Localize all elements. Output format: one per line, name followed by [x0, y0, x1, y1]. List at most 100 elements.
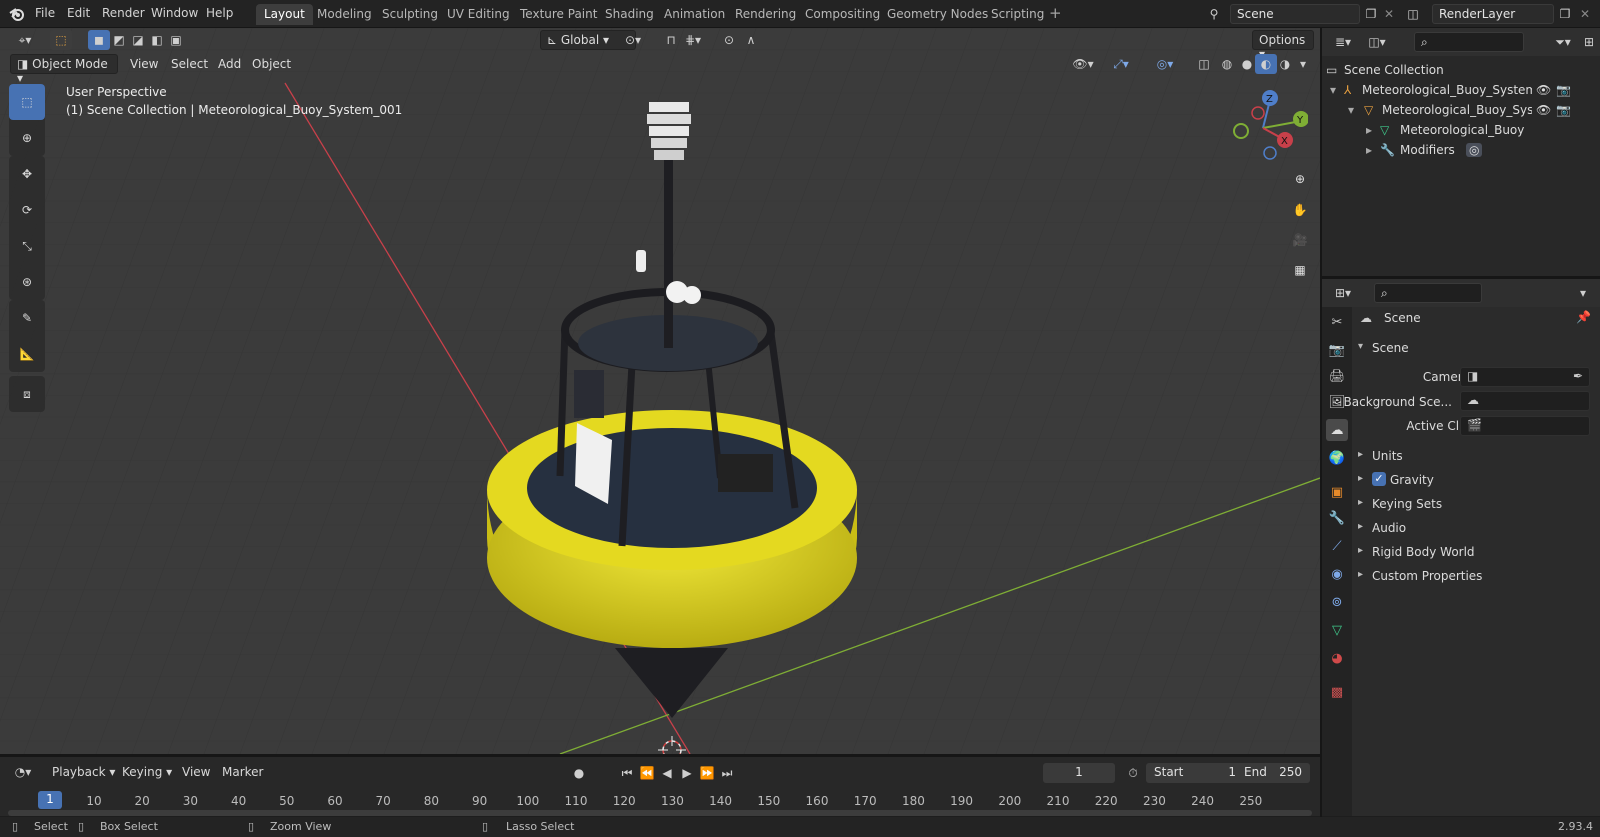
outliner-row-mesh-data[interactable]: ▸ ▽ Meteorological_Buoy: [1322, 120, 1600, 140]
properties-options-icon[interactable]: ▾: [1572, 283, 1594, 303]
panel-expand-arrow-icon[interactable]: ▸: [1358, 473, 1363, 484]
jump-start-icon[interactable]: ⏮: [616, 763, 638, 783]
outliner-search-input[interactable]: ⌕: [1414, 32, 1524, 52]
select-intersect-icon[interactable]: ▣: [165, 30, 187, 50]
properties-search-input[interactable]: ⌕: [1374, 283, 1482, 303]
menu-edit[interactable]: Edit: [67, 6, 90, 20]
tab-modeling[interactable]: Modeling: [309, 4, 380, 25]
cursor-tool-icon[interactable]: ⊕: [9, 120, 45, 156]
tab-geometry-nodes[interactable]: Geometry Nodes: [879, 4, 996, 25]
select-new-icon[interactable]: ◼: [88, 30, 110, 50]
xray-toggle-icon[interactable]: ◫: [1193, 54, 1215, 74]
outliner-editor-type-icon[interactable]: ≣▾: [1328, 32, 1358, 52]
rotate-tool-icon[interactable]: ⟳: [9, 192, 45, 228]
tab-uv-editing[interactable]: UV Editing: [439, 4, 518, 25]
gravity-panel[interactable]: Gravity: [1390, 473, 1434, 487]
menu-file[interactable]: File: [35, 6, 55, 20]
output-tab-icon[interactable]: 🖨: [1326, 365, 1348, 387]
expand-arrow-icon[interactable]: ▾: [1348, 103, 1354, 117]
camera-view-icon[interactable]: 🎥: [1286, 226, 1314, 254]
blender-logo-icon[interactable]: [8, 5, 26, 23]
eye-visibility-icon[interactable]: 👁: [1536, 83, 1551, 97]
preview-range-icon[interactable]: ⏱: [1122, 763, 1144, 783]
snap-toggle-icon[interactable]: ⊓: [660, 30, 682, 50]
render-camera-icon[interactable]: 📷: [1556, 83, 1571, 97]
new-collection-icon[interactable]: ⊞: [1578, 32, 1600, 52]
tab-compositing[interactable]: Compositing: [797, 4, 888, 25]
area-separator[interactable]: [1320, 28, 1322, 817]
current-frame-field[interactable]: 1: [1043, 763, 1115, 783]
move-tool-icon[interactable]: ✥: [9, 156, 45, 192]
render-tab-icon[interactable]: 📷: [1326, 339, 1348, 361]
menu-help[interactable]: Help: [206, 6, 233, 20]
jump-end-icon[interactable]: ⏭: [716, 763, 738, 783]
eyedropper-icon[interactable]: ✒: [1573, 369, 1583, 383]
shading-options-icon[interactable]: ▾: [1292, 54, 1314, 74]
proportional-falloff-icon[interactable]: ∧: [740, 30, 762, 50]
area-separator[interactable]: [0, 754, 1320, 756]
add-workspace-icon[interactable]: +: [1049, 4, 1062, 22]
menu-keying[interactable]: Keying ▾: [122, 765, 172, 779]
expand-arrow-icon[interactable]: ▸: [1366, 143, 1372, 157]
menu-playback[interactable]: Playback ▾: [52, 765, 115, 779]
filter-icon[interactable]: ⏷▾: [1548, 32, 1578, 52]
texture-tab-icon[interactable]: ▩: [1326, 681, 1348, 703]
overlays-toggle-icon[interactable]: ◎▾: [1148, 54, 1182, 74]
tab-layout[interactable]: Layout: [256, 4, 313, 25]
menu-window[interactable]: Window: [151, 6, 198, 20]
view-layer-browse-icon[interactable]: ◫: [1402, 4, 1424, 24]
mode-dropdown[interactable]: ◨ Object Mode ▾: [10, 54, 118, 85]
data-tab-icon[interactable]: ▽: [1326, 619, 1348, 641]
scene-name-field[interactable]: Scene: [1230, 4, 1360, 24]
background-scene-field[interactable]: ☁: [1460, 391, 1590, 411]
menu-select[interactable]: Select: [171, 57, 208, 71]
menu-view[interactable]: View: [130, 57, 158, 71]
scene-browse-icon[interactable]: ⚲: [1203, 4, 1225, 24]
tab-rendering[interactable]: Rendering: [727, 4, 804, 25]
scene-tab-icon[interactable]: ☁: [1326, 419, 1348, 441]
units-panel[interactable]: Units: [1372, 449, 1403, 463]
gravity-checkbox[interactable]: ✓: [1372, 472, 1386, 486]
zoom-view-icon[interactable]: ⊕: [1286, 165, 1314, 193]
panel-expand-arrow-icon[interactable]: ▸: [1358, 497, 1363, 508]
measure-tool-icon[interactable]: 📐: [9, 336, 45, 372]
snap-target-icon[interactable]: ⋕▾: [682, 30, 704, 50]
audio-panel[interactable]: Audio: [1372, 521, 1406, 535]
annotate-tool-icon[interactable]: ✎: [9, 300, 45, 336]
particles-tab-icon[interactable]: ⟋: [1326, 535, 1348, 557]
visibility-icon[interactable]: 👁▾: [1068, 54, 1098, 74]
eye-visibility-icon[interactable]: 👁: [1536, 103, 1551, 117]
tab-shading[interactable]: Shading: [597, 4, 662, 25]
constraints-tab-icon[interactable]: ⊚: [1326, 591, 1348, 613]
play-icon[interactable]: ▶: [676, 763, 698, 783]
expand-arrow-icon[interactable]: ▸: [1366, 123, 1372, 137]
outliner-row-scene-collection[interactable]: ▭ Scene Collection: [1322, 60, 1600, 80]
viewport-canvas[interactable]: [0, 28, 1320, 754]
modifiers-tab-icon[interactable]: 🔧: [1326, 507, 1348, 529]
transform-tool-icon[interactable]: ⊛: [9, 264, 45, 300]
end-frame-field[interactable]: End 250: [1236, 763, 1310, 783]
shading-wireframe-icon[interactable]: ◍: [1216, 54, 1238, 74]
tool-tab-icon[interactable]: ✂: [1326, 311, 1348, 333]
tab-sculpting[interactable]: Sculpting: [374, 4, 446, 25]
keying-sets-panel[interactable]: Keying Sets: [1372, 497, 1442, 511]
object-tab-icon[interactable]: ▣: [1326, 481, 1348, 503]
timeline-scrollbar[interactable]: [8, 810, 1312, 816]
expand-arrow-icon[interactable]: ▾: [1330, 83, 1336, 97]
record-keyframes-icon[interactable]: ●: [568, 763, 590, 783]
tab-scripting[interactable]: Scripting: [983, 4, 1052, 25]
navigation-gizmo[interactable]: Z Y X: [1218, 88, 1308, 168]
physics-tab-icon[interactable]: ◉: [1326, 563, 1348, 585]
scene-panel-title[interactable]: Scene: [1372, 341, 1409, 355]
delete-scene-icon[interactable]: ✕: [1378, 4, 1400, 24]
select-tool-icon[interactable]: ⬚: [50, 30, 72, 50]
jump-keyframe-forward-icon[interactable]: ⏩: [696, 763, 718, 783]
world-tab-icon[interactable]: 🌍: [1326, 447, 1348, 469]
scale-tool-icon[interactable]: ⤡: [9, 228, 45, 264]
tab-texture-paint[interactable]: Texture Paint: [512, 4, 605, 25]
menu-render[interactable]: Render: [102, 6, 145, 20]
active-clip-field[interactable]: 🎬: [1460, 416, 1590, 436]
menu-marker[interactable]: Marker: [222, 765, 263, 779]
panel-collapse-arrow-icon[interactable]: ▾: [1358, 341, 1363, 352]
camera-field[interactable]: ◨ ✒: [1460, 367, 1590, 387]
